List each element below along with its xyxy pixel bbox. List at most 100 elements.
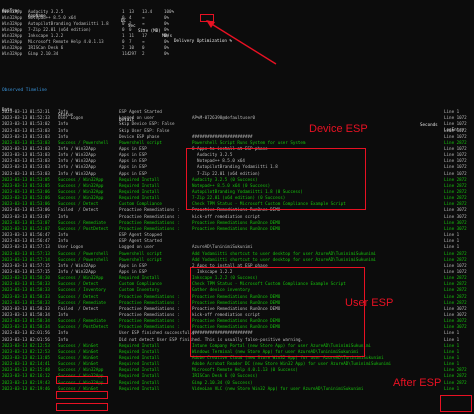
timeline-logentry: Line 2872: [444, 275, 467, 281]
timeline-status: Failed / Detect: [58, 207, 99, 213]
timeline-detail: Skip Device ESP: False: [119, 121, 175, 127]
apps-cell: 0: [129, 27, 132, 32]
apps-cell: Win32App: [2, 9, 23, 14]
apps-cell: ≈: [142, 39, 145, 44]
apps-cell: 0%: [164, 45, 170, 50]
timeline-date: 2023-03-13 01:56:47: [2, 238, 50, 244]
user-esp-box: [190, 267, 365, 357]
timeline-logentry: Line 1072: [444, 127, 467, 133]
timeline-detail: Required Install: [119, 373, 160, 379]
timeline-extra: IRISCan Desk 6 (0 Success): [192, 373, 258, 379]
timeline-logentry: Line 3072: [444, 312, 467, 317]
timeline-status: Info / Win32App: [58, 158, 96, 164]
apps-cell: 2: [122, 45, 125, 50]
timeline-detail: Proactive Remediations :: [119, 324, 180, 330]
timeline-date: 2023-03-13 01:53:02: [2, 121, 50, 127]
timeline-status: Info: [58, 109, 69, 114]
apps-cell: Notepad++ 8.5.0 x64: [28, 15, 76, 20]
timeline-logentry: Line 1: [444, 238, 460, 244]
timeline-logentry: Line 1: [444, 336, 460, 342]
timeline-detail: Proactive Remediations :: [119, 293, 180, 299]
timeline-logentry: Line 1072: [444, 152, 467, 158]
apps-cell: ≈: [142, 21, 145, 26]
apps-cell: 0%: [164, 21, 170, 26]
timeline-status: Success / Remediate: [58, 318, 106, 324]
timeline-logentry: Line 1072: [444, 268, 467, 274]
timeline-logentry: Line 2872: [444, 139, 467, 145]
apps-cell: ≈: [142, 15, 145, 20]
timeline-date: 2023-03-13 01:53:03: [2, 158, 50, 164]
timeline-status: Success / Win32App: [58, 188, 104, 194]
timeline-detail: ESP Agent Started: [119, 238, 162, 244]
timeline-detail: Proactive Remediations :: [119, 305, 180, 311]
apps-cell: 0%: [164, 15, 170, 20]
timeline-logentry: Line 3072: [444, 305, 467, 311]
timeline-detail: Skip User ESP: False: [119, 127, 170, 133]
apps-cell: 0%: [164, 33, 170, 38]
timeline-logentry: Line 3072: [444, 225, 467, 231]
timeline-date: 2023-03-13 01:57:13: [2, 244, 50, 250]
apps-cell: Win32App: [2, 15, 23, 20]
apps-cell: 11: [129, 33, 135, 38]
timeline-extra: AP%M-0726398@defaultuser0: [192, 115, 256, 121]
timeline-logentry: Line 2872: [444, 287, 467, 293]
timeline-logentry: Line 2872: [444, 195, 467, 201]
timeline-logentry: Line 1: [444, 232, 460, 237]
timeline-date: 2023-03-13 02:01:56: [2, 336, 50, 342]
apps-cell: Win32App: [2, 39, 23, 44]
timeline-date: 2023-03-13 01:53:03: [2, 170, 50, 176]
timeline-detail: Required Install: [119, 355, 160, 360]
timeline-date: 2023-03-13 02:16:12: [2, 373, 50, 379]
timeline-logentry: Line 1: [444, 342, 460, 348]
apps-cell: 13.4: [142, 9, 153, 14]
timeline-detail: Proactive Remediations :: [119, 213, 180, 219]
timeline-logentry: Line 3072: [444, 219, 467, 225]
apps-cell: Win32App: [2, 51, 23, 56]
apps-cell: 100%: [164, 9, 175, 14]
timeline-status: Info: [58, 213, 69, 219]
timeline-logentry: Line 2872: [444, 367, 467, 373]
timeline-detail: Required Install: [119, 385, 160, 391]
timeline-detail: Required Install: [119, 275, 160, 281]
timeline-status: Info: [58, 312, 69, 317]
timeline-detail: Required Install: [119, 379, 160, 385]
timeline-date: 2023-03-13 01:53:06: [2, 188, 50, 194]
timeline-extra: kick-off remediation script: [192, 213, 261, 219]
timeline-detail: Powershell script: [119, 250, 162, 256]
apps-cell: 297: [129, 51, 137, 56]
timeline-date: 2023-03-13 01:58:30: [2, 275, 50, 281]
timeline-extra: Adobe Acrobat Reader DC (new Store Win32…: [192, 361, 392, 367]
timeline-status: Success / Detect: [58, 293, 99, 299]
timeline-status: Info / Win32App: [58, 152, 96, 158]
timeline-status: Info: [58, 238, 69, 244]
timeline-status: Success / Win32App: [58, 176, 104, 182]
apps-cell: 7-Zip 22.01 (x64 edition): [28, 27, 92, 32]
timeline-logentry: Line 1: [444, 244, 460, 250]
timeline-detail: Required Install: [119, 367, 160, 373]
apps-cell: 1: [122, 33, 125, 38]
timeline-detail: Logged on user: [119, 115, 155, 121]
timeline-detail: Powershell script: [119, 256, 162, 262]
timeline-date: 2023-03-13 01:58:33: [2, 281, 50, 287]
timeline-logentry: Line 2872: [444, 201, 467, 207]
apps-cell: 17: [142, 33, 148, 38]
timeline-date: 2023-03-13 01:58:34: [2, 318, 50, 324]
apps-cell: 0%: [164, 51, 170, 56]
timeline-logentry: Line 2872: [444, 299, 467, 305]
timeline-status: Success / WinGet: [58, 361, 99, 367]
timeline-status: Success / Powershell: [58, 250, 109, 256]
timeline-date: 2023-03-13 01:57:15: [2, 268, 50, 274]
timeline-extra: Microsoft Remote Help 4.0.1.13 (0 Succes…: [192, 367, 298, 373]
timeline-logentry: Line 1072: [444, 133, 467, 139]
timeline-status: Info / Win32App: [58, 170, 96, 176]
timeline-date: 2023-03-13 02:19:46: [2, 385, 50, 391]
timeline-detail: ESP Agent Started: [119, 109, 162, 114]
timeline-status: Success / Powershell: [58, 256, 109, 262]
timeline-extra: AzureAD\TuninimiSukunimi: [192, 244, 253, 250]
apps-cell: Microsoft Remote Help 4.0.1.13: [28, 39, 104, 44]
timeline-date: 2023-03-13 01:53:06: [2, 195, 50, 201]
device-esp-box: [186, 148, 366, 210]
timeline-status: Info: [58, 232, 69, 237]
timeline-extra: VideoLan VLC (new Store Win32 App) for u…: [192, 385, 364, 391]
timeline-extra: Add Yodamiitti shortcut to user desktop …: [192, 250, 377, 256]
